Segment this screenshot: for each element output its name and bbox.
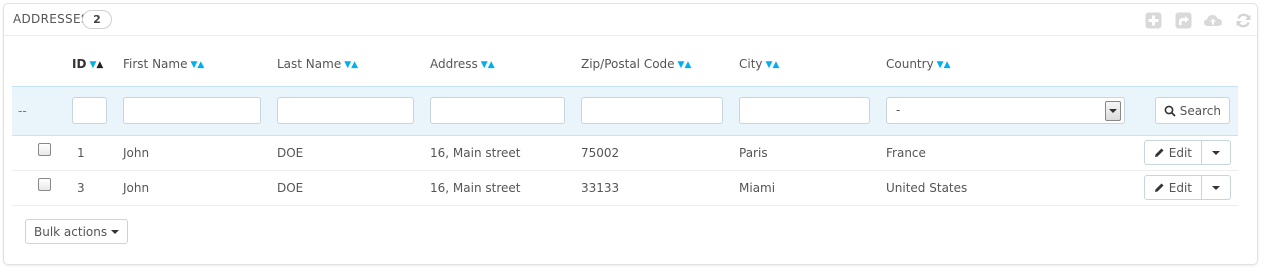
actions-column-header	[1138, 53, 1238, 86]
column-label-country: Country	[886, 57, 934, 71]
edit-button[interactable]: Edit	[1143, 140, 1202, 165]
column-label-first-name: First Name	[123, 57, 188, 71]
sort-desc-zip-icon[interactable]: ▼	[678, 59, 685, 71]
column-header-address: Address ▼▲	[430, 53, 581, 86]
column-label-address: Address	[430, 57, 478, 71]
export-button[interactable]	[1173, 11, 1193, 29]
column-header-zip: Zip/Postal Code ▼▲	[581, 53, 739, 86]
cell-city: Paris	[739, 145, 768, 160]
table-row: 1 John DOE 16, Main street 75002 Paris France …	[12, 135, 1238, 171]
id-filter-input[interactable]	[72, 97, 107, 124]
edit-button[interactable]: Edit	[1143, 175, 1202, 200]
caret-down-icon	[111, 229, 120, 234]
pencil-icon	[1154, 148, 1164, 157]
zip-filter-input[interactable]	[581, 97, 723, 124]
refresh-button[interactable]	[1233, 11, 1253, 29]
country-filter-selected: -	[896, 103, 901, 117]
sort-desc-id-icon[interactable]: ▼	[89, 59, 96, 71]
cell-id: 1	[77, 145, 85, 160]
sort-asc-city-icon[interactable]: ▲	[772, 59, 779, 71]
cell-first-name: John	[123, 145, 150, 160]
row-checkbox[interactable]	[38, 178, 51, 191]
sort-asc-last-name-icon[interactable]: ▲	[351, 59, 358, 71]
row-actions: Edit	[1143, 140, 1231, 165]
pencil-icon	[1154, 183, 1164, 192]
sort-desc-first-name-icon[interactable]: ▼	[190, 59, 197, 71]
table-header-row: ID ▼▲ First Name ▼▲ Last Name ▼▲ Address ▼▲ …	[12, 53, 1238, 86]
first-name-filter-input[interactable]	[123, 97, 261, 124]
panel-title: Addresses	[13, 12, 89, 26]
sort-asc-zip-icon[interactable]: ▲	[684, 59, 691, 71]
table-row: 3 John DOE 16, Main street 33133 Miami United …	[12, 170, 1238, 206]
select-arrow-icon	[1105, 101, 1121, 121]
column-label-id: ID	[72, 57, 87, 71]
sort-desc-country-icon[interactable]: ▼	[937, 59, 944, 71]
column-header-last-name: Last Name ▼▲	[277, 53, 430, 86]
add-new-button[interactable]	[1143, 11, 1163, 29]
address-filter-input[interactable]	[430, 97, 565, 124]
caret-down-icon	[1212, 185, 1220, 190]
sort-desc-city-icon[interactable]: ▼	[766, 59, 773, 71]
search-button[interactable]: Search	[1154, 97, 1230, 124]
column-label-zip: Zip/Postal Code	[581, 57, 675, 71]
select-column-header	[12, 53, 72, 86]
addresses-table: ID ▼▲ First Name ▼▲ Last Name ▼▲ Address ▼▲ …	[12, 53, 1238, 206]
cell-last-name: DOE	[277, 180, 304, 195]
export-icon	[1175, 12, 1191, 28]
column-header-first-name: First Name ▼▲	[123, 53, 277, 86]
row-actions-dropdown[interactable]	[1202, 140, 1231, 165]
cell-id: 3	[77, 180, 85, 195]
column-label-last-name: Last Name	[277, 57, 342, 71]
sort-desc-address-icon[interactable]: ▼	[481, 59, 488, 71]
cell-zip: 75002	[581, 145, 620, 160]
search-icon	[1164, 105, 1176, 117]
plus-square-icon	[1145, 12, 1161, 28]
search-button-label: Search	[1179, 103, 1221, 118]
edit-button-label: Edit	[1168, 145, 1192, 160]
bulk-actions-label: Bulk actions	[34, 224, 108, 239]
cell-city: Miami	[739, 180, 776, 195]
caret-down-icon	[1212, 150, 1220, 155]
column-label-city: City	[739, 57, 763, 71]
row-checkbox[interactable]	[38, 143, 51, 156]
addresses-panel: Addresses 2	[3, 3, 1258, 265]
filter-row: -- - Search	[12, 85, 1238, 136]
cell-zip: 33133	[581, 180, 620, 195]
cell-first-name: John	[123, 180, 150, 195]
sort-desc-last-name-icon[interactable]: ▼	[344, 59, 351, 71]
panel-toolbar	[1143, 11, 1253, 29]
country-filter-select[interactable]: -	[886, 97, 1125, 124]
edit-button-label: Edit	[1168, 180, 1192, 195]
filter-placeholder-dashes: --	[18, 103, 27, 118]
column-header-city: City ▼▲	[739, 53, 886, 86]
cell-country: United States	[886, 180, 968, 195]
count-badge: 2	[82, 10, 112, 29]
cloud-upload-icon	[1204, 15, 1222, 26]
sort-asc-id-icon[interactable]: ▲	[96, 59, 103, 71]
panel-heading: Addresses 2	[4, 4, 1257, 36]
sort-asc-first-name-icon[interactable]: ▲	[197, 59, 204, 71]
column-header-country: Country ▼▲	[886, 53, 1138, 86]
cell-country: France	[886, 145, 926, 160]
table-body: 1 John DOE 16, Main street 75002 Paris France …	[12, 135, 1238, 206]
cell-last-name: DOE	[277, 145, 304, 160]
last-name-filter-input[interactable]	[277, 97, 414, 124]
cell-address: 16, Main street	[430, 145, 521, 160]
bulk-actions-button[interactable]: Bulk actions	[25, 219, 129, 244]
refresh-icon	[1236, 13, 1250, 27]
row-actions-dropdown[interactable]	[1202, 175, 1231, 200]
import-button[interactable]	[1203, 11, 1223, 29]
column-header-id: ID ▼▲	[72, 53, 123, 86]
row-actions: Edit	[1143, 175, 1231, 200]
city-filter-input[interactable]	[739, 97, 870, 124]
cell-address: 16, Main street	[430, 180, 521, 195]
sort-asc-country-icon[interactable]: ▲	[944, 59, 951, 71]
sort-asc-address-icon[interactable]: ▲	[488, 59, 495, 71]
